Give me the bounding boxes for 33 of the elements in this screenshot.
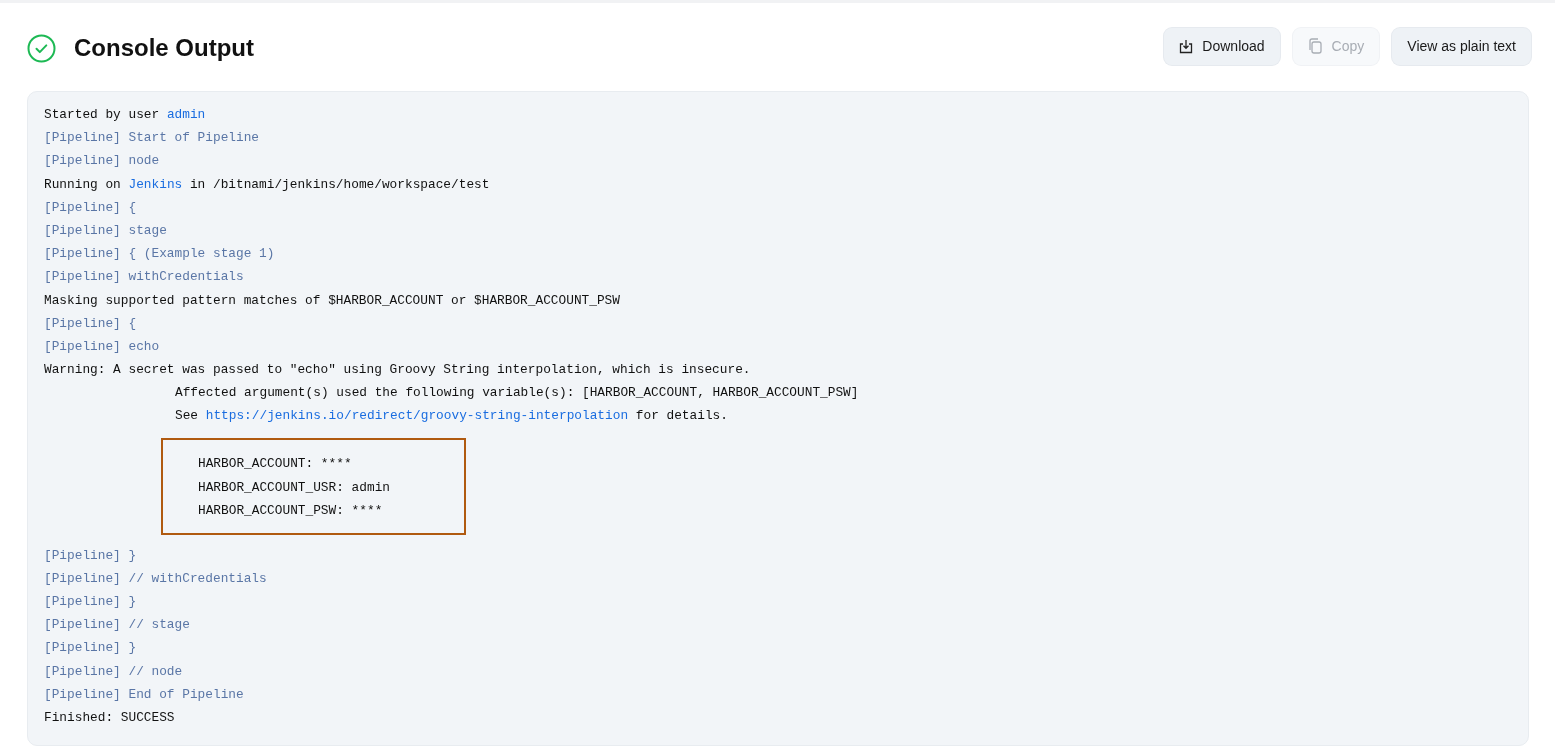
log-line: [Pipeline] echo — [44, 337, 160, 356]
log-line: Started by user admin — [44, 106, 206, 124]
log-line: [Pipeline] { (Example stage 1) — [44, 245, 275, 264]
log-line: [Pipeline] // withCredentials — [44, 569, 267, 588]
log-line: [Pipeline] } — [44, 593, 137, 611]
download-icon — [1179, 38, 1194, 54]
link[interactable]: admin — [166, 107, 206, 122]
log-line: [Pipeline] { — [44, 198, 137, 217]
log-line: [Pipeline] node — [44, 152, 160, 171]
log-line: [Pipeline] // stage — [44, 616, 190, 635]
page-title: Console Output — [74, 34, 254, 62]
log-line: [Pipeline] // node — [44, 662, 183, 681]
log-line: [Pipeline] } — [44, 546, 137, 565]
log-line: [Pipeline] { — [44, 314, 137, 333]
link[interactable]: Jenkins — [128, 176, 183, 192]
log-line: [Pipeline] } — [44, 639, 137, 658]
log-line: [Pipeline] Start of Pipeline — [44, 129, 260, 148]
log-line: HARBOR_ACCOUNT_USR: admin — [198, 478, 390, 497]
link[interactable]: https://jenkins.io/redirect/groovy-string-interpolation — [205, 408, 629, 424]
copy-icon — [1307, 38, 1323, 54]
log-line: Finished: SUCCESS — [44, 708, 175, 727]
view-plain-text-button[interactable]: View as plain text — [1392, 27, 1531, 65]
log-line: See https://jenkins.io/redirect/groovy-string-interpolation for details. — [174, 407, 728, 426]
log-line: Masking supported pattern matches of $HARBOR_ACCOUNT or $HARBOR_ACCOUNT_PSW — [44, 291, 620, 310]
log-line: [Pipeline] withCredentials — [44, 268, 244, 287]
log-line: HARBOR_ACCOUNT: **** — [198, 455, 352, 474]
log-line: Affected argument(s) used the following variable(s): [HARBOR_ACCOUNT, HARBOR_ACCOUNT_PSW] — [174, 384, 859, 403]
download-button[interactable]: Download — [1164, 27, 1280, 65]
log-line: [Pipeline] stage — [44, 221, 167, 240]
log-line: HARBOR_ACCOUNT_PSW: **** — [198, 501, 383, 520]
log-line: [Pipeline] End of Pipeline — [44, 685, 244, 704]
log-line: Running on Jenkins in /bitnami/jenkins/home/workspace/test — [44, 175, 490, 194]
log-line: Warning: A secret was passed to "echo" using Groovy String interpolation, which is insecure. — [44, 361, 751, 380]
